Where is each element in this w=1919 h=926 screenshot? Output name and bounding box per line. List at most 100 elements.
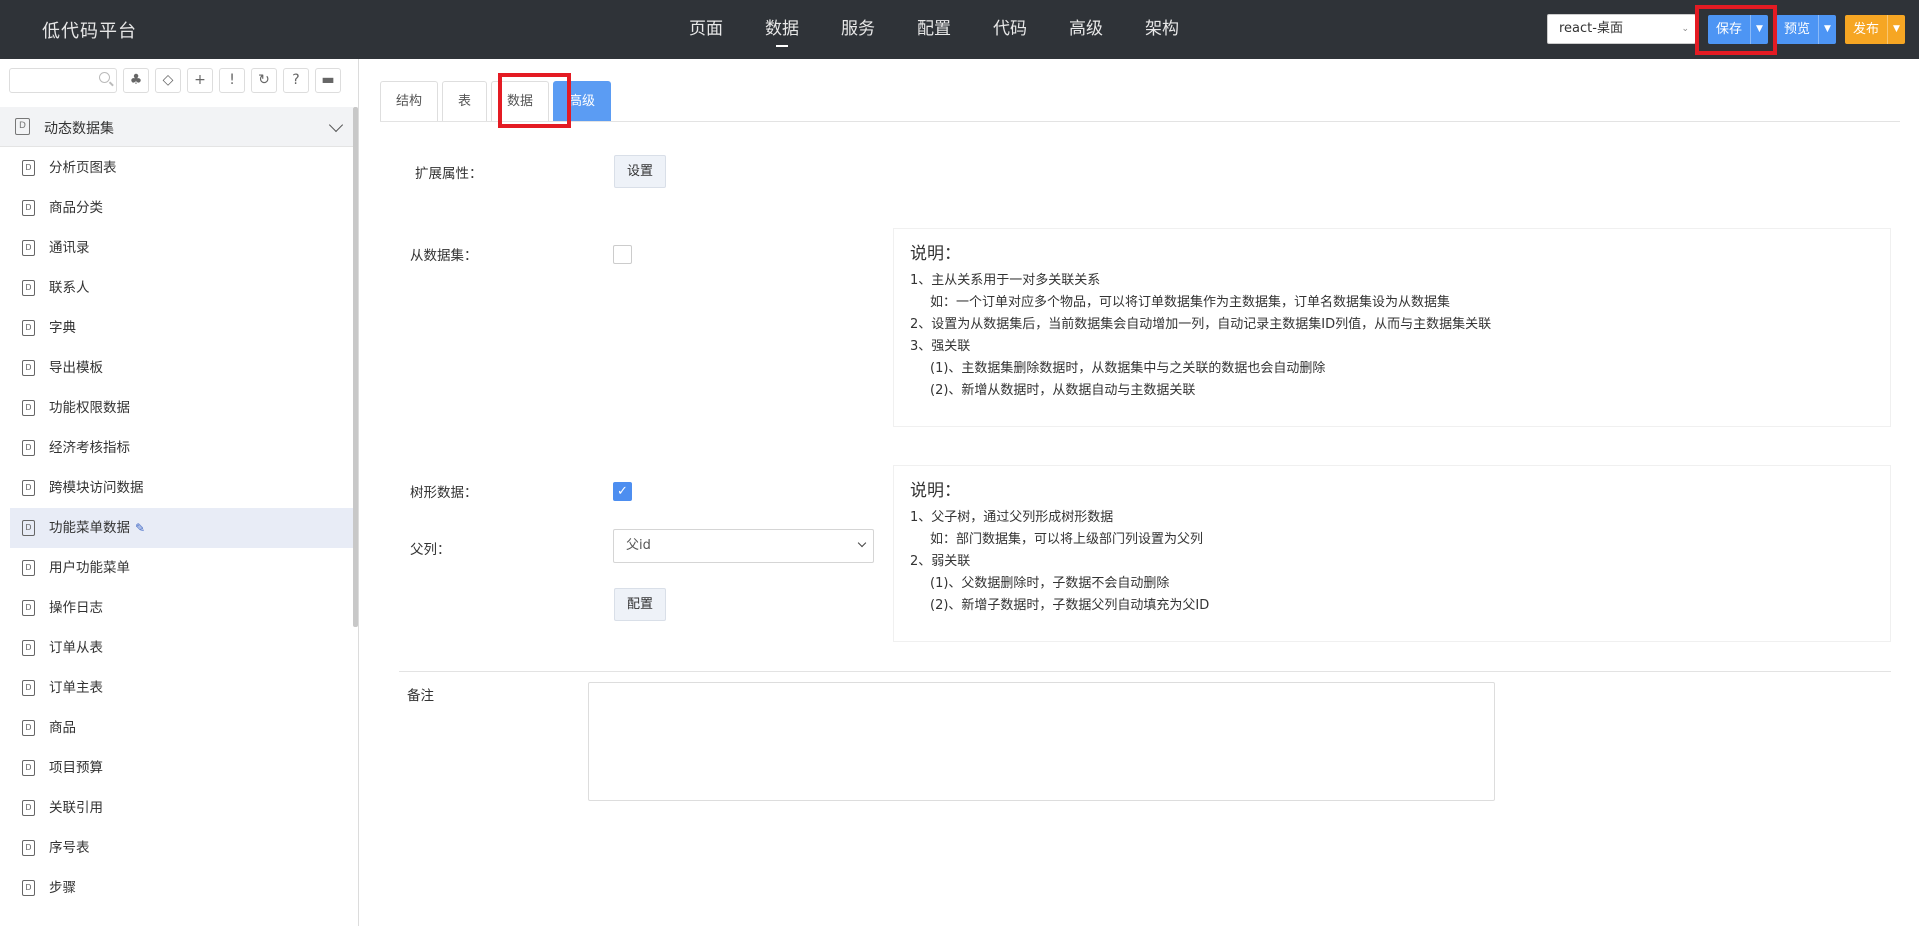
parent-column-select[interactable]: 父id	[613, 529, 874, 563]
top-bar: 低代码平台 页面 数据 服务 配置 代码 高级 架构 react-桌面 ⌄ 保存 ▼ 预览 …	[0, 0, 1919, 59]
exclamation-icon[interactable]: !	[219, 68, 245, 93]
sidebar-item[interactable]: D 功能权限数据	[0, 388, 353, 428]
remark-textarea[interactable]	[588, 682, 1495, 801]
tree-config-button[interactable]: 配置	[614, 588, 667, 621]
dataset-icon: D	[22, 280, 35, 296]
nav-item-2[interactable]: 服务	[820, 0, 896, 59]
tree-data-note: 说明： 1、父子树，通过父列形成树形数据 如：部门数据集，可以将上级部门列设置为父…	[893, 465, 1891, 642]
tab-3[interactable]: 高级	[553, 81, 612, 122]
sidebar-item[interactable]: D 商品	[0, 708, 353, 748]
environment-select-value: react-桌面	[1559, 21, 1623, 36]
sidebar-item[interactable]: D 关联引用	[0, 788, 353, 828]
sidebar-group-header[interactable]: D 动态数据集	[0, 107, 353, 147]
note-line: 如：一个订单对应多个物品，可以将订单数据集作为主数据集，订单名数据集设为从数据集	[930, 295, 1451, 310]
sidebar-item[interactable]: D 步骤	[0, 868, 353, 908]
tree-icon[interactable]: ♣	[123, 68, 149, 93]
sub-dataset-note: 说明： 1、主从关系用于一对多关联关系 如：一个订单对应多个物品，可以将订单数据集…	[893, 228, 1891, 427]
tag-icon[interactable]: ◇	[155, 68, 181, 93]
nav-item-1[interactable]: 数据	[744, 0, 820, 59]
nav-item-0[interactable]: 页面	[668, 0, 744, 59]
note-line: (2)、新增子数据时，子数据父列自动填充为父ID	[930, 598, 1210, 613]
note-line: 2、弱关联	[910, 554, 971, 569]
tab-2[interactable]: 数据	[491, 81, 550, 122]
note-line: 3、强关联	[910, 339, 971, 354]
sidebar-item[interactable]: D 订单从表	[0, 628, 353, 668]
tab-1[interactable]: 表	[442, 81, 488, 122]
sidebar-item[interactable]: D 项目预算	[0, 748, 353, 788]
tab-divider	[380, 121, 1900, 122]
sidebar-item-label: 操作日志	[49, 600, 103, 616]
save-dropdown-icon[interactable]: ▼	[1750, 15, 1768, 44]
sidebar-scrollbar[interactable]	[353, 107, 358, 627]
sub-dataset-checkbox[interactable]	[613, 245, 632, 264]
sidebar-item[interactable]: D 序号表	[0, 828, 353, 868]
plus-icon[interactable]: +	[187, 68, 213, 93]
nav-item-5[interactable]: 高级	[1048, 0, 1124, 59]
chevron-down-icon: ⌄	[1681, 24, 1689, 34]
dataset-icon: D	[22, 840, 35, 856]
sidebar-item-label: 项目预算	[49, 760, 103, 776]
note-line: 如：部门数据集，可以将上级部门列设置为父列	[930, 532, 1204, 547]
nav-item-4[interactable]: 代码	[972, 0, 1048, 59]
sidebar-group-label: 动态数据集	[44, 121, 114, 137]
sidebar-item-label: 跨模块访问数据	[49, 480, 144, 496]
environment-select[interactable]: react-桌面 ⌄	[1547, 14, 1696, 44]
dataset-icon: D	[22, 440, 35, 456]
parent-column-label: 父列：	[410, 542, 451, 558]
preview-dropdown-icon[interactable]: ▼	[1818, 15, 1836, 44]
sub-dataset-label: 从数据集：	[410, 248, 478, 264]
sidebar-item-label: 导出模板	[49, 360, 103, 376]
tab-0[interactable]: 结构	[380, 81, 439, 122]
sidebar-item-label: 序号表	[49, 840, 90, 856]
sidebar-item[interactable]: D 导出模板	[0, 348, 353, 388]
sidebar-item[interactable]: D 商品分类	[0, 188, 353, 228]
dataset-icon: D	[22, 760, 35, 776]
sidebar-item-label: 商品分类	[49, 200, 103, 216]
extension-settings-button[interactable]: 设置	[614, 155, 667, 188]
sidebar-item[interactable]: D 通讯录	[0, 228, 353, 268]
dataset-icon: D	[22, 560, 35, 576]
parent-column-value: 父id	[626, 538, 651, 553]
dataset-icon: D	[22, 480, 35, 496]
tree-data-checkbox[interactable]: ✓	[613, 482, 632, 501]
dataset-icon: D	[22, 520, 35, 536]
question-icon[interactable]: ?	[283, 68, 309, 93]
sidebar-item[interactable]: D 经济考核指标	[0, 428, 353, 468]
chevron-down-icon[interactable]	[328, 117, 344, 133]
dataset-icon: D	[22, 880, 35, 896]
sidebar-item[interactable]: D 订单主表	[0, 668, 353, 708]
publish-button[interactable]: 发布 ▼	[1845, 15, 1906, 44]
save-button[interactable]: 保存 ▼	[1708, 15, 1769, 44]
note-title: 说明：	[910, 244, 961, 264]
edit-pencil-icon[interactable]: ✎	[135, 521, 145, 535]
note-line: (2)、新增从数据时，从数据自动与主数据关联	[930, 383, 1196, 398]
app-title: 低代码平台	[42, 21, 137, 42]
note-title: 说明：	[910, 481, 961, 501]
check-icon: ✓	[617, 484, 628, 499]
sidebar-item-label: 关联引用	[49, 800, 103, 816]
sidebar-item[interactable]: D 用户功能菜单	[0, 548, 353, 588]
sidebar-search-input[interactable]	[9, 68, 117, 93]
sidebar-item-label: 联系人	[49, 280, 90, 296]
dataset-group-icon: D	[15, 118, 30, 135]
refresh-icon[interactable]: ↻	[251, 68, 277, 93]
preview-button[interactable]: 预览 ▼	[1776, 15, 1837, 44]
sidebar-item[interactable]: D 分析页图表	[0, 148, 353, 188]
sidebar: ♣ ◇ +! ↻? ▬ D 动态数据集 D 分析页图表 D 商品分类 D 通讯录 D 联系人 D 字典 D 导…	[0, 59, 359, 926]
sidebar-item[interactable]: D 字典	[0, 308, 353, 348]
sidebar-item[interactable]: D 跨模块访问数据	[0, 468, 353, 508]
section-divider	[399, 671, 1891, 672]
tree-data-label: 树形数据：	[410, 485, 478, 501]
sidebar-item-label: 功能权限数据	[49, 400, 130, 416]
extension-properties-label: 扩展属性：	[415, 166, 483, 182]
sidebar-item[interactable]: D 联系人	[0, 268, 353, 308]
nav-item-3[interactable]: 配置	[896, 0, 972, 59]
publish-dropdown-icon[interactable]: ▼	[1887, 15, 1905, 44]
sidebar-item[interactable]: D 功能菜单数据 ✎	[10, 508, 353, 548]
nav-item-6[interactable]: 架构	[1124, 0, 1200, 59]
dataset-icon: D	[22, 600, 35, 616]
sidebar-item-label: 步骤	[49, 880, 76, 896]
folder-icon[interactable]: ▬	[315, 68, 341, 93]
remark-label: 备注	[407, 688, 434, 704]
sidebar-item[interactable]: D 操作日志	[0, 588, 353, 628]
